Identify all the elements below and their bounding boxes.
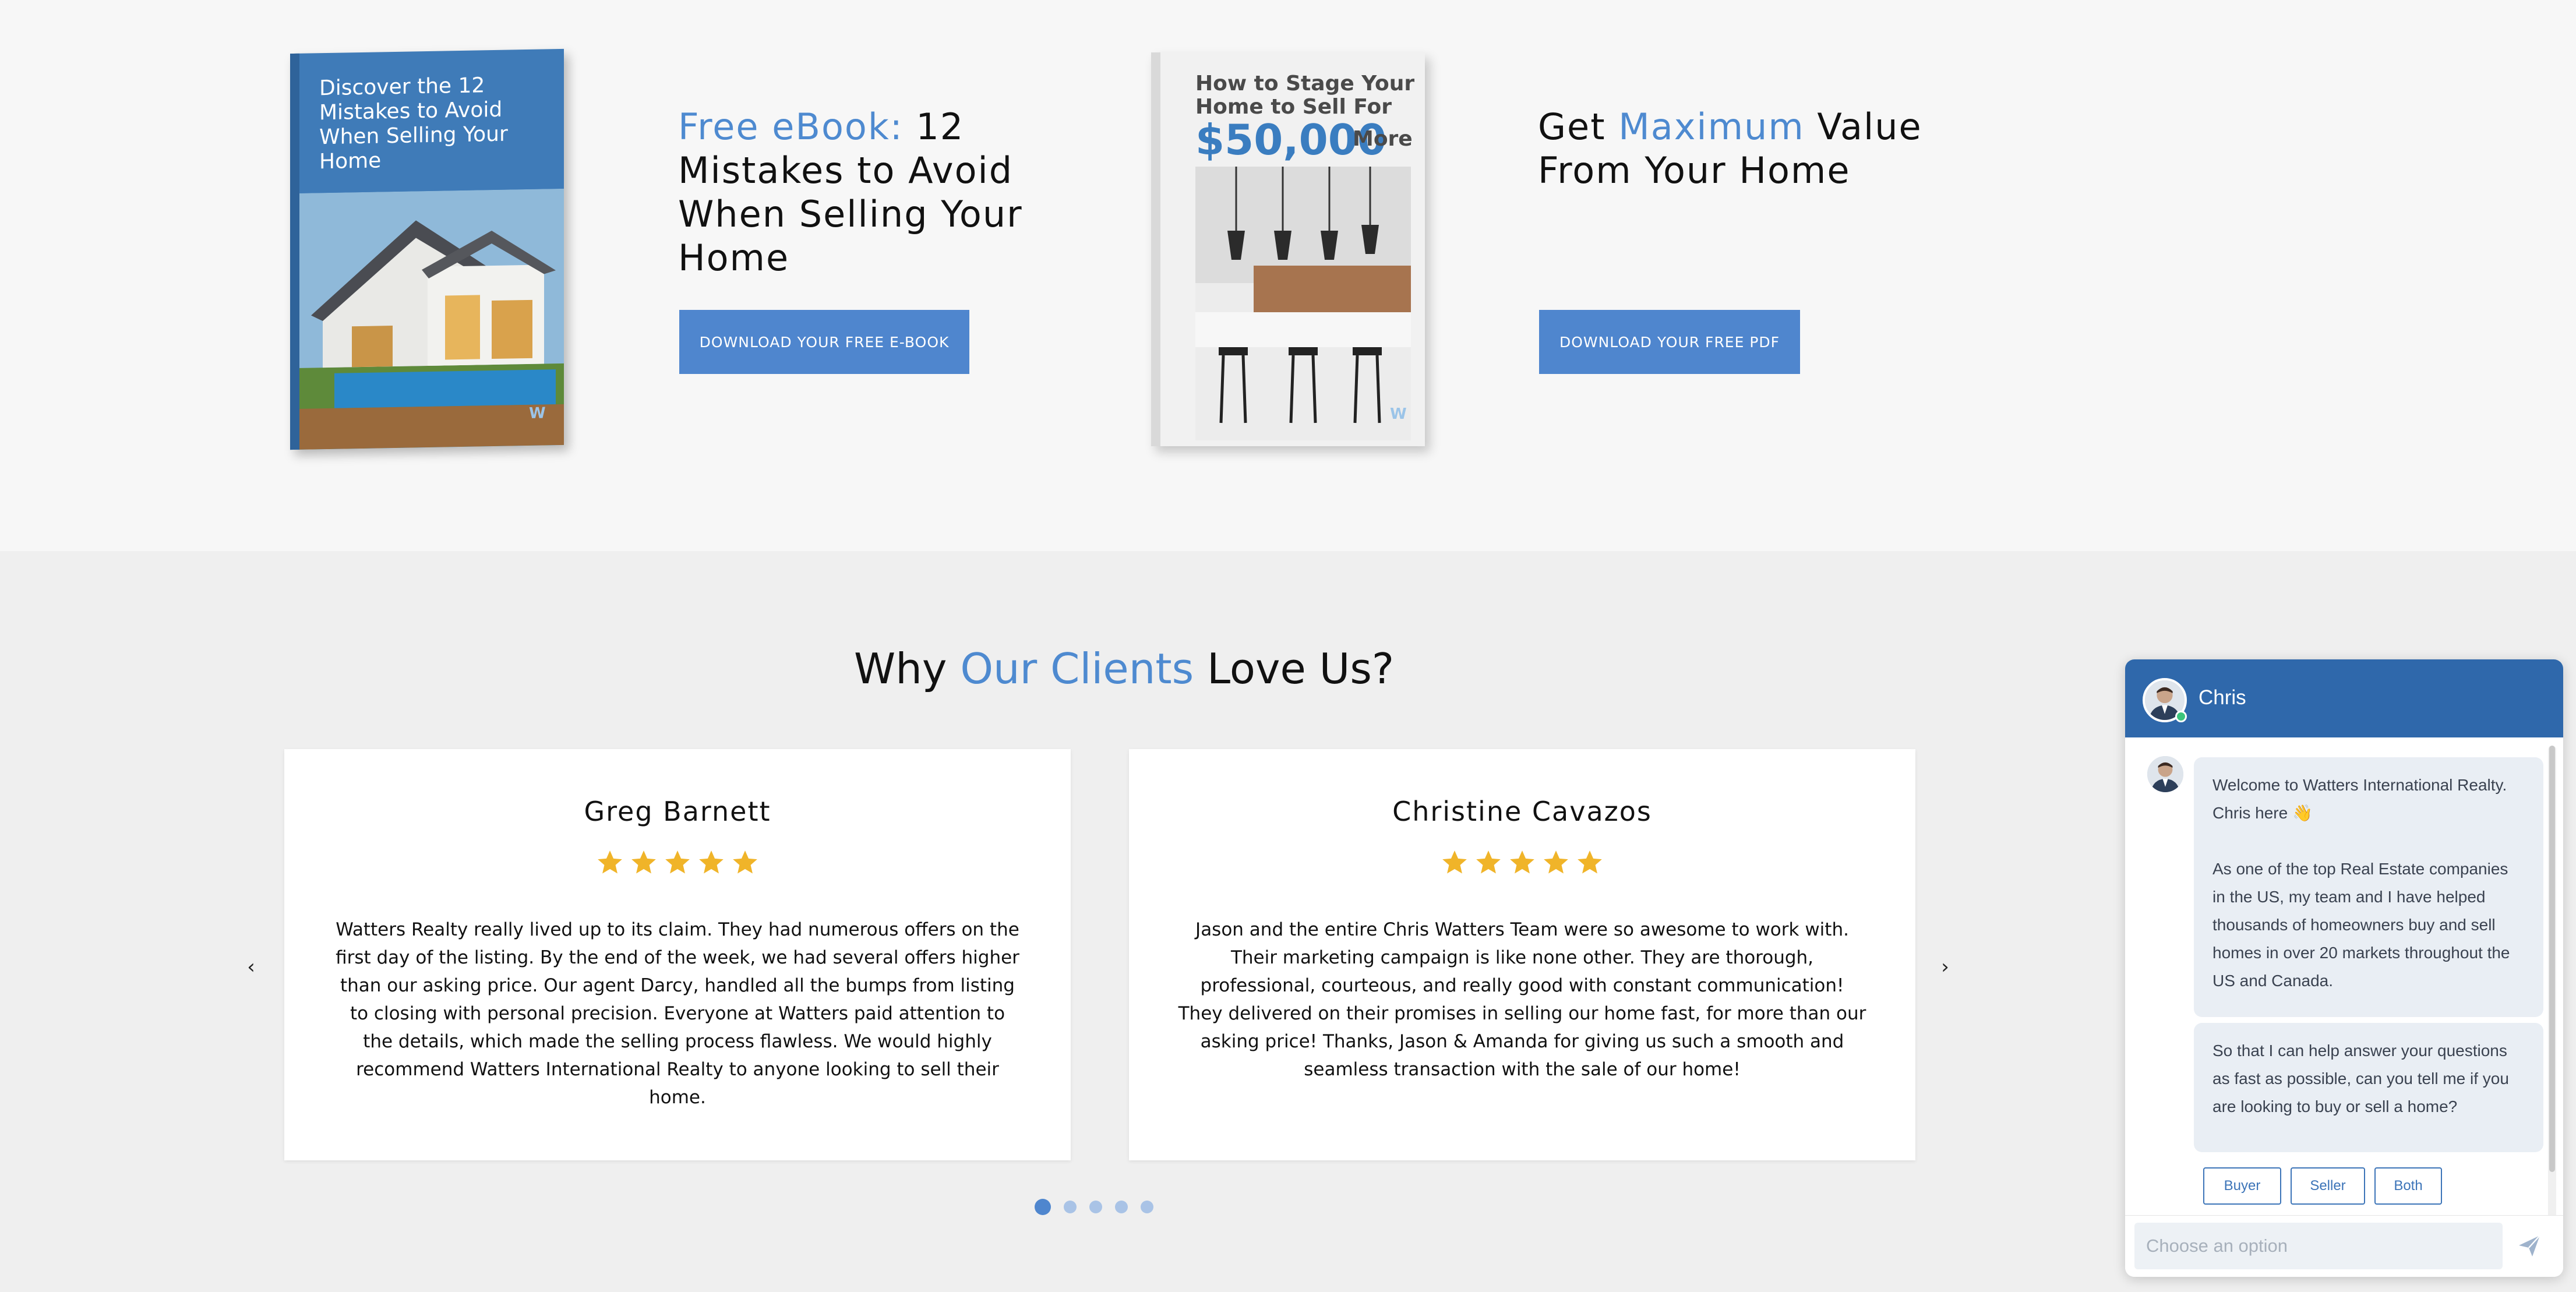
star-icon <box>1578 850 1602 874</box>
house-illustration <box>299 188 564 450</box>
option-seller-button[interactable]: Seller <box>2291 1167 2365 1205</box>
carousel-dot[interactable] <box>1064 1201 1077 1213</box>
carousel-prev-arrow[interactable]: ‹ <box>242 955 260 979</box>
option-both-button[interactable]: Both <box>2374 1167 2442 1205</box>
carousel-dot[interactable] <box>1141 1201 1153 1213</box>
carousel-next-arrow[interactable]: › <box>1936 955 1954 979</box>
option-buyer-button[interactable]: Buyer <box>2203 1167 2281 1205</box>
ebook-cover-title: Discover the 12 Mistakes to Avoid When S… <box>319 73 508 174</box>
send-icon <box>2519 1235 2540 1256</box>
star-icon <box>631 850 656 874</box>
brand-logo-mark: W <box>529 404 546 422</box>
heading-accent: Our Clients <box>960 644 1194 693</box>
ebook-cover-mistakes[interactable]: Discover the 12 Mistakes to Avoid When S… <box>290 48 564 450</box>
star-icon <box>1476 850 1501 874</box>
avatar <box>2146 755 2185 793</box>
star-rating <box>1129 848 1915 877</box>
agent-avatar <box>2143 678 2187 722</box>
chat-quick-replies: Buyer Seller Both <box>2203 1167 2442 1205</box>
chat-agent-name: Chris <box>2199 686 2246 709</box>
pdf-promo-title: Get Maximum Value From Your Home <box>1538 105 1946 192</box>
heading-pre: Why <box>854 644 961 693</box>
reviewer-name: Christine Cavazos <box>1392 796 1652 827</box>
ebook-promo-title: Free eBook: 12 Mistakes to Avoid When Se… <box>678 105 1039 280</box>
star-rating <box>284 848 1071 877</box>
testimonial-card: Greg Barnett Watters Realty really lived… <box>284 749 1071 1160</box>
star-icon <box>699 850 724 874</box>
testimonials-heading: Why Our Clients Love Us? <box>854 640 1394 698</box>
online-status-indicator <box>2175 711 2187 722</box>
pdf-cover-more: More <box>1353 127 1413 151</box>
download-ebook-button[interactable]: DOWNLOAD YOUR FREE E-BOOK <box>679 310 969 374</box>
promo-title-pre: Get <box>1538 105 1619 148</box>
carousel-dot[interactable] <box>1089 1201 1102 1213</box>
chat-message-bubble: Welcome to Watters International Realty.… <box>2194 757 2543 1017</box>
review-text: Watters Realty really lived up to its cl… <box>336 919 1019 1108</box>
carousel-pagination <box>1035 1199 1153 1215</box>
chat-message-text: So that I can help answer your questions… <box>2212 1042 2509 1116</box>
review-text: Jason and the entire Chris Watters Team … <box>1178 919 1866 1080</box>
send-button[interactable] <box>2515 1232 2543 1260</box>
download-pdf-button[interactable]: DOWNLOAD YOUR FREE PDF <box>1539 310 1800 374</box>
star-icon <box>1510 850 1534 874</box>
promo-title-accent: Maximum <box>1618 105 1805 148</box>
chat-message-text: As one of the top Real Estate companies … <box>2212 860 2510 990</box>
star-icon <box>1544 850 1568 874</box>
message-avatar <box>2146 755 2185 793</box>
pdf-cover-staging[interactable]: How to Stage Your Home to Sell For $50,0… <box>1151 52 1425 446</box>
promo-title-accent: Free eBook: <box>678 105 904 148</box>
chat-scrollbar-thumb[interactable] <box>2549 746 2555 1172</box>
chat-scrollbar[interactable] <box>2548 746 2556 1249</box>
chat-message-text: Welcome to Watters International Realty.… <box>2212 776 2507 822</box>
carousel-dot[interactable] <box>1115 1201 1128 1213</box>
star-icon <box>598 850 622 874</box>
reviewer-name: Greg Barnett <box>584 796 771 827</box>
chat-message-bubble: So that I can help answer your questions… <box>2194 1023 2543 1152</box>
carousel-dot[interactable] <box>1035 1199 1051 1215</box>
star-icon <box>665 850 690 874</box>
kitchen-illustration <box>1195 167 1411 440</box>
star-icon <box>1442 850 1467 874</box>
testimonial-card: Christine Cavazos Jason and the entire C… <box>1129 749 1915 1160</box>
chat-input-row <box>2125 1215 2563 1277</box>
ebook-section: Discover the 12 Mistakes to Avoid When S… <box>0 0 2576 551</box>
person-icon <box>2147 756 2183 792</box>
brand-logo-mark: W <box>1390 405 1407 423</box>
heading-post: Love Us? <box>1194 644 1395 693</box>
star-icon <box>733 850 757 874</box>
chat-messages: Welcome to Watters International Realty.… <box>2125 737 2563 1215</box>
chat-header[interactable]: Chris <box>2125 659 2563 737</box>
pdf-cover-line1: How to Stage Your <box>1195 72 1415 96</box>
pdf-cover-title: How to Stage Your Home to Sell For <box>1195 72 1414 119</box>
chat-widget: Chris Welcome to Watters International R… <box>2125 659 2563 1277</box>
chat-input[interactable] <box>2134 1223 2503 1269</box>
